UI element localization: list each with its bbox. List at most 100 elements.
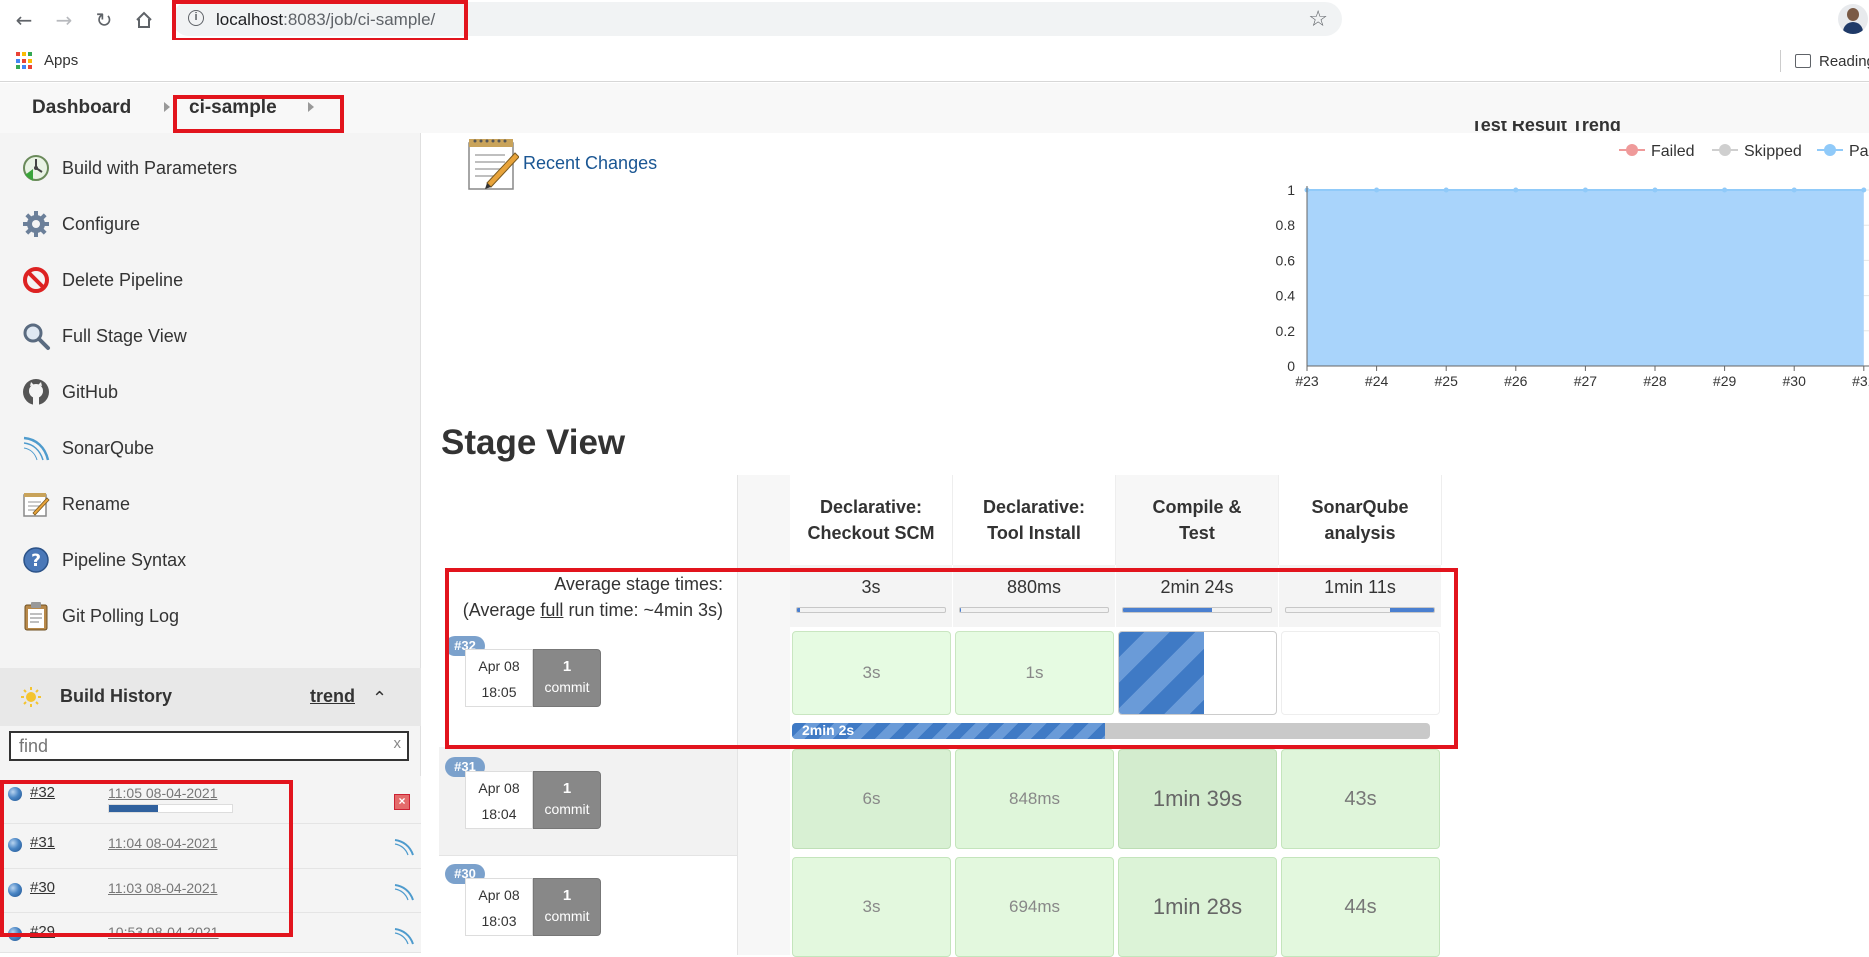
task-git-polling-log[interactable]: Git Polling Log bbox=[20, 596, 179, 636]
commit-count-button[interactable]: 1 commit bbox=[533, 771, 601, 829]
status-ball-icon bbox=[8, 787, 22, 801]
legend-label: Failed bbox=[1651, 143, 1695, 160]
stage-cell-success[interactable]: 3s bbox=[792, 857, 951, 957]
build-search-box: x bbox=[9, 731, 409, 761]
recent-changes-link[interactable]: Recent Changes bbox=[465, 135, 657, 191]
avg-time-cell: 2min 24s bbox=[1116, 565, 1279, 627]
breadcrumb-job[interactable]: ci-sample bbox=[189, 97, 277, 119]
forward-arrow-icon[interactable]: → bbox=[50, 6, 78, 34]
chevron-up-icon[interactable]: ⌃ bbox=[372, 688, 387, 709]
task-label: GitHub bbox=[62, 381, 119, 402]
stage-cell-success[interactable]: 43s bbox=[1281, 749, 1440, 849]
sonarqube-icon[interactable] bbox=[393, 838, 415, 856]
reading-list-label: Reading bbox=[1819, 52, 1869, 70]
stage-cell-success[interactable]: 848ms bbox=[955, 749, 1114, 849]
trend-link[interactable]: trend bbox=[310, 686, 355, 707]
stage-header: Compile & Test bbox=[1116, 475, 1279, 565]
build-number-link[interactable]: #29 bbox=[30, 923, 55, 940]
x-tick-label: #25 bbox=[1435, 373, 1459, 389]
stage-cell-success[interactable]: 3s bbox=[792, 631, 951, 715]
avg-time-bar bbox=[1285, 607, 1435, 613]
build-number-link[interactable]: #31 bbox=[30, 834, 55, 851]
task-delete-pipeline[interactable]: Delete Pipeline bbox=[20, 260, 183, 300]
stage-cell-success[interactable]: 694ms bbox=[955, 857, 1114, 957]
x-tick-label: #29 bbox=[1713, 373, 1737, 389]
test-result-trend-chart: Test Result Trend Failed Skipped Passed 0 0.2… bbox=[1201, 115, 1869, 391]
passed-point bbox=[1513, 187, 1519, 193]
cancel-build-icon[interactable]: × bbox=[394, 794, 410, 810]
legend-marker bbox=[1719, 144, 1731, 156]
url-text[interactable]: localhost:8083/job/ci-sample/ bbox=[216, 10, 435, 30]
task-build-with-parameters[interactable]: Build with Parameters bbox=[20, 148, 237, 188]
clear-search-icon[interactable]: x bbox=[394, 735, 402, 752]
back-arrow-icon[interactable]: ← bbox=[10, 6, 38, 34]
x-tick-label: #27 bbox=[1574, 373, 1598, 389]
task-full-stage-view[interactable]: Full Stage View bbox=[20, 316, 187, 356]
build-progress-bar bbox=[108, 804, 233, 813]
apps-bookmark[interactable]: Apps bbox=[44, 52, 78, 69]
task-sonarqube[interactable]: SonarQube bbox=[20, 428, 154, 468]
site-info-icon[interactable]: i bbox=[188, 10, 204, 26]
run-row-30-header: #30 Apr 08 18:03 1 commit bbox=[439, 855, 737, 955]
run-row-32-header: #32 Apr 08 18:05 1 commit bbox=[439, 627, 737, 715]
full-run-time-link[interactable]: full bbox=[540, 600, 563, 620]
build-time-link[interactable]: 11:05 08-04-2021 bbox=[108, 785, 218, 801]
recent-changes-label: Recent Changes bbox=[523, 152, 658, 173]
passed-point bbox=[1791, 187, 1797, 193]
no-entry-icon bbox=[20, 264, 52, 296]
task-pipeline-syntax[interactable]: ? Pipeline Syntax bbox=[20, 540, 186, 580]
task-label: Git Polling Log bbox=[62, 605, 180, 626]
build-row-32: #32 11:05 08-04-2021 × bbox=[0, 776, 421, 824]
average-stage-times-label: Average stage times: (Average full run t… bbox=[439, 565, 737, 627]
avg-time-cell: 1min 11s bbox=[1279, 565, 1442, 627]
address-bar[interactable]: i localhost:8083/job/ci-sample/ ☆ bbox=[172, 2, 1342, 36]
status-ball-icon bbox=[8, 927, 22, 941]
sun-icon bbox=[20, 686, 42, 708]
reading-list-icon bbox=[1795, 54, 1811, 68]
sidebar: Build with Parameters Configure Delete P… bbox=[0, 133, 421, 953]
run-date: Apr 08 18:03 bbox=[465, 878, 533, 936]
notepad-icon bbox=[20, 488, 52, 520]
avg-time-bar bbox=[1122, 607, 1272, 613]
run-date: Apr 08 18:05 bbox=[465, 649, 533, 707]
stage-cell-success[interactable]: 44s bbox=[1281, 857, 1440, 957]
reload-icon[interactable]: ↻ bbox=[90, 6, 118, 34]
stage-view-title: Stage View bbox=[441, 423, 626, 462]
legend-label: Passed bbox=[1849, 143, 1869, 160]
x-tick-label: #26 bbox=[1504, 373, 1528, 389]
notepad-icon bbox=[465, 135, 520, 191]
build-row-31: #31 11:04 08-04-2021 bbox=[0, 824, 421, 869]
stage-cell-success[interactable]: 6s bbox=[792, 749, 951, 849]
sonarqube-icon[interactable] bbox=[393, 927, 415, 945]
reading-list-button[interactable]: Reading bbox=[1780, 50, 1869, 72]
breadcrumb-separator-icon[interactable] bbox=[164, 102, 170, 112]
stage-cell-success[interactable]: 1s bbox=[955, 631, 1114, 715]
avg-time-bar bbox=[796, 607, 946, 613]
stage-cell-success[interactable]: 1min 39s bbox=[1118, 749, 1277, 849]
x-tick-label: #24 bbox=[1365, 373, 1389, 389]
apps-grid-icon[interactable] bbox=[16, 52, 34, 70]
task-configure[interactable]: Configure bbox=[20, 204, 140, 244]
build-number-link[interactable]: #30 bbox=[30, 879, 55, 896]
stage-cell-success[interactable]: 1min 28s bbox=[1118, 857, 1277, 957]
run-progress-label: 2min 2s bbox=[802, 723, 855, 738]
task-github[interactable]: GitHub bbox=[20, 372, 118, 412]
commit-count-button[interactable]: 1 commit bbox=[533, 878, 601, 936]
breadcrumb-dashboard[interactable]: Dashboard bbox=[32, 97, 131, 119]
passed-point bbox=[1582, 187, 1588, 193]
stage-cell-running[interactable] bbox=[1118, 631, 1277, 715]
home-icon[interactable] bbox=[130, 6, 158, 34]
find-input[interactable] bbox=[17, 733, 377, 759]
commit-count-button[interactable]: 1 commit bbox=[533, 649, 601, 707]
build-number-link[interactable]: #32 bbox=[30, 784, 55, 801]
build-time-link[interactable]: 11:03 08-04-2021 bbox=[108, 880, 218, 896]
bookmark-star-icon[interactable]: ☆ bbox=[1308, 7, 1328, 32]
sonarqube-icon[interactable] bbox=[393, 883, 415, 901]
profile-avatar[interactable] bbox=[1838, 4, 1868, 34]
breadcrumb-job-menu-icon[interactable] bbox=[308, 102, 314, 112]
build-time-link[interactable]: 11:04 08-04-2021 bbox=[108, 835, 218, 851]
build-history-title: Build History bbox=[60, 686, 173, 706]
task-rename[interactable]: Rename bbox=[20, 484, 130, 524]
y-tick-label: 0 bbox=[1287, 358, 1295, 374]
build-time-link[interactable]: 10:53 08-04-2021 bbox=[108, 924, 219, 940]
